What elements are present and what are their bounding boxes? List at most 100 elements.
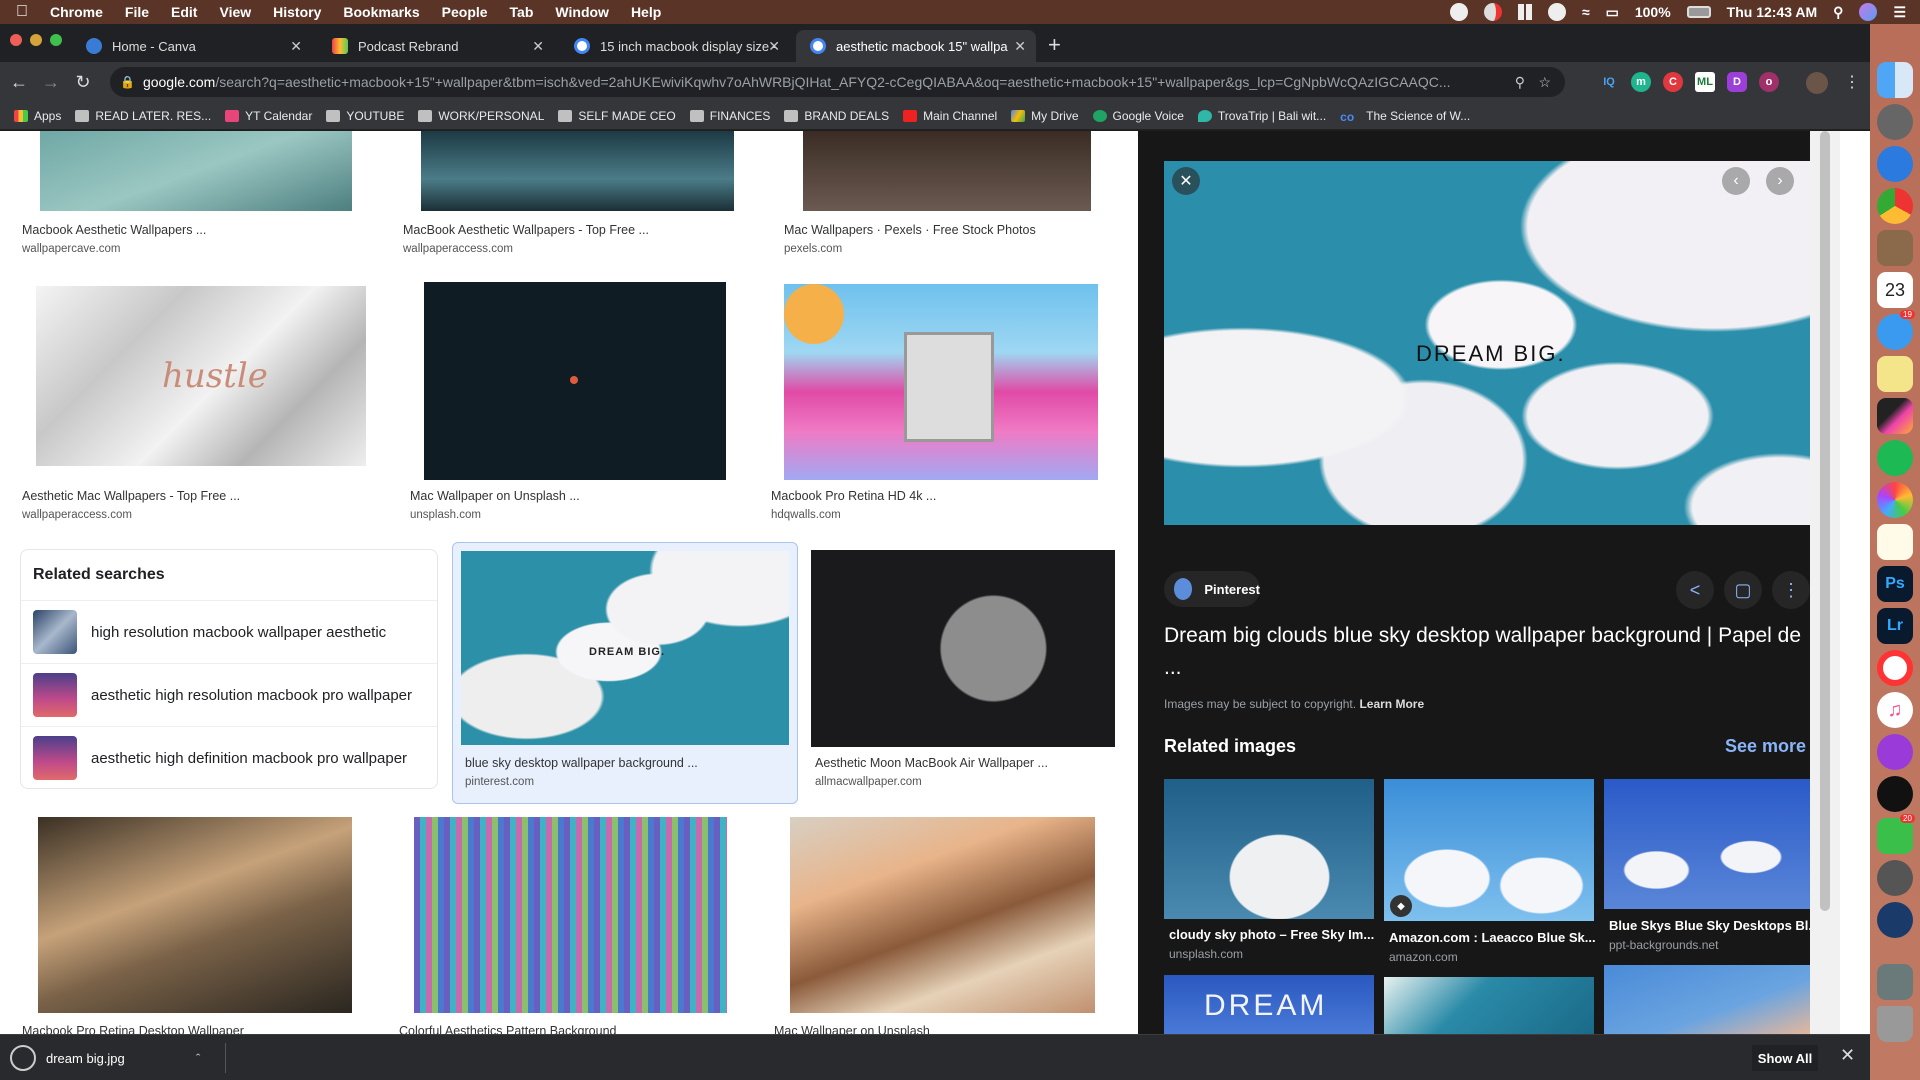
result-thumbnail[interactable] [811,550,1115,747]
result-thumbnail[interactable] [40,131,352,211]
close-download-bar-icon[interactable]: ✕ [1840,1045,1855,1066]
menu-tab[interactable]: Tab [510,4,534,20]
zoom-icon[interactable]: ⚲ [1515,74,1525,91]
quicktime-icon[interactable] [1877,902,1913,938]
result-thumbnail[interactable] [38,817,352,1013]
result-source[interactable]: hdqwalls.com [771,509,841,521]
tab-close-icon[interactable]: ✕ [290,38,302,55]
d-extension-icon[interactable]: D [1727,72,1747,92]
menu-help[interactable]: Help [631,4,661,20]
window-zoom-button[interactable] [50,34,62,46]
tab-close-icon[interactable]: ✕ [1014,38,1026,55]
result-thumbnail[interactable] [790,817,1095,1013]
tab-close-icon[interactable]: ✕ [768,38,780,55]
learn-more-link[interactable]: Learn More [1359,697,1424,711]
menu-window[interactable]: Window [555,4,609,20]
password-icon[interactable] [1547,3,1566,21]
result-source[interactable]: unsplash.com [410,509,481,521]
bookmark-star-icon[interactable]: ☆ [1538,74,1551,91]
related-image-thumbnail[interactable]: DREAM [1164,975,1374,1034]
result-title[interactable]: blue sky desktop wallpaper background ..… [465,756,698,770]
photos-icon[interactable] [1877,482,1913,518]
wifi-icon[interactable]: ≈ [1582,4,1590,20]
result-title[interactable]: Macbook Pro Retina HD 4k ... [771,489,936,503]
related-search-item[interactable]: high resolution macbook wallpaper aesthe… [21,600,437,663]
forward-button[interactable]: → [38,72,64,93]
bookmark-apps[interactable]: Apps [14,109,61,123]
more-options-icon[interactable]: ⋮ [1772,571,1810,609]
bookmark-youtube[interactable]: YOUTUBE [326,109,404,123]
result-thumbnail[interactable]: DREAM BIG. [461,551,789,745]
related-image-thumbnail[interactable] [1384,977,1594,1034]
bookmark-trovatrip[interactable]: TrovaTrip | Bali wit... [1197,109,1326,123]
result-title[interactable]: Mac Wallpapers · Pexels · Free Stock Pho… [784,223,1036,237]
chrome-icon[interactable] [1877,188,1913,224]
panel-scrollbar[interactable] [1810,131,1840,1034]
result-title[interactable]: Colorful Aesthetics Pattern Background [399,1024,616,1034]
share-icon[interactable]: < [1676,571,1714,609]
result-title[interactable]: Macbook Aesthetic Wallpapers ... [22,223,206,237]
reload-button[interactable]: ↻ [70,72,96,93]
lightroom-icon[interactable]: Lr [1877,608,1913,644]
related-image-title[interactable]: Amazon.com : Laeacco Blue Sk... [1389,930,1596,945]
bookmark-main-channel[interactable]: Main Channel [903,109,997,123]
iq-extension-icon[interactable]: IQ [1599,72,1619,92]
tab-aesthetic-macbook[interactable]: aesthetic macbook 15" wallpa ✕ [796,30,1036,62]
menu-history[interactable]: History [273,4,321,20]
download-item[interactable]: dream big.jpg ˆ [10,1043,226,1073]
related-image-thumbnail[interactable] [1164,779,1374,919]
tab-close-icon[interactable]: ✕ [532,38,544,55]
window-close-button[interactable] [10,34,22,46]
m-extension-icon[interactable]: m [1631,72,1651,92]
spotlight-search-icon[interactable]: ⚲ [1833,4,1843,21]
result-title[interactable]: Aesthetic Moon MacBook Air Wallpaper ... [815,756,1048,770]
result-title[interactable]: Mac Wallpaper on Unsplash [774,1024,930,1034]
scrollbar-thumb[interactable] [1820,131,1830,911]
result-title[interactable]: MacBook Aesthetic Wallpapers - Top Free … [403,223,649,237]
new-tab-button[interactable]: + [1048,32,1061,58]
result-thumbnail[interactable]: hustle [36,286,366,466]
tab-home-canva[interactable]: Home - Canva ✕ [72,30,312,62]
bookmark-read-later[interactable]: READ LATER. RES... [75,109,211,123]
source-chip[interactable]: Pinterest [1164,571,1260,607]
profile-avatar[interactable] [1806,72,1828,94]
preview-title[interactable]: Dream big clouds blue sky desktop wallpa… [1164,620,1814,684]
related-image-title[interactable]: Blue Skys Blue Sky Desktops Bl... [1609,918,1819,933]
layout-icon[interactable] [1517,4,1532,20]
menu-file[interactable]: File [125,4,149,20]
airplay-icon[interactable]: ▭ [1606,4,1619,21]
safari-icon[interactable] [1877,146,1913,182]
bookmark-google-voice[interactable]: Google Voice [1092,109,1184,123]
contacts-icon[interactable] [1877,230,1913,266]
bookmark-finances[interactable]: FINANCES [689,109,770,123]
messages-icon[interactable] [1877,314,1913,350]
bookmark-brand-deals[interactable]: BRAND DEALS [784,109,889,123]
bookmark-self-made-ceo[interactable]: SELF MADE CEO [558,109,676,123]
ml-extension-icon[interactable]: ML [1695,72,1715,92]
save-bookmark-icon[interactable]: ▢ [1724,571,1762,609]
related-search-item[interactable]: aesthetic high definition macbook pro wa… [21,726,437,789]
result-title[interactable]: Aesthetic Mac Wallpapers - Top Free ... [22,489,240,503]
related-image-source[interactable]: amazon.com [1389,950,1458,964]
back-button[interactable]: ← [6,72,32,93]
result-source[interactable]: allmacwallpaper.com [815,776,922,788]
record-icon[interactable] [1449,3,1468,21]
result-thumbnail[interactable] [784,284,1098,480]
bookmark-work-personal[interactable]: WORK/PERSONAL [418,109,544,123]
result-source[interactable]: pexels.com [784,243,842,255]
downloads-stack-icon[interactable] [1877,964,1913,1000]
menu-edit[interactable]: Edit [171,4,197,20]
spotify-icon[interactable] [1877,440,1913,476]
apple-menu-icon[interactable]:  [16,3,36,21]
related-image-title[interactable]: cloudy sky photo – Free Sky Im... [1169,927,1374,942]
result-thumbnail[interactable] [421,131,734,211]
launchpad-icon[interactable] [1877,104,1913,140]
menu-bookmarks[interactable]: Bookmarks [343,4,419,20]
battery-icon[interactable] [1686,6,1711,18]
result-source[interactable]: pinterest.com [465,776,534,788]
c-extension-icon[interactable]: C [1663,72,1683,92]
related-image-thumbnail[interactable] [1604,779,1814,909]
tab-podcast-rebrand[interactable]: Podcast Rebrand ✕ [318,30,554,62]
clock[interactable]: Thu 12:43 AM [1727,4,1818,20]
result-thumbnail[interactable] [414,817,727,1013]
